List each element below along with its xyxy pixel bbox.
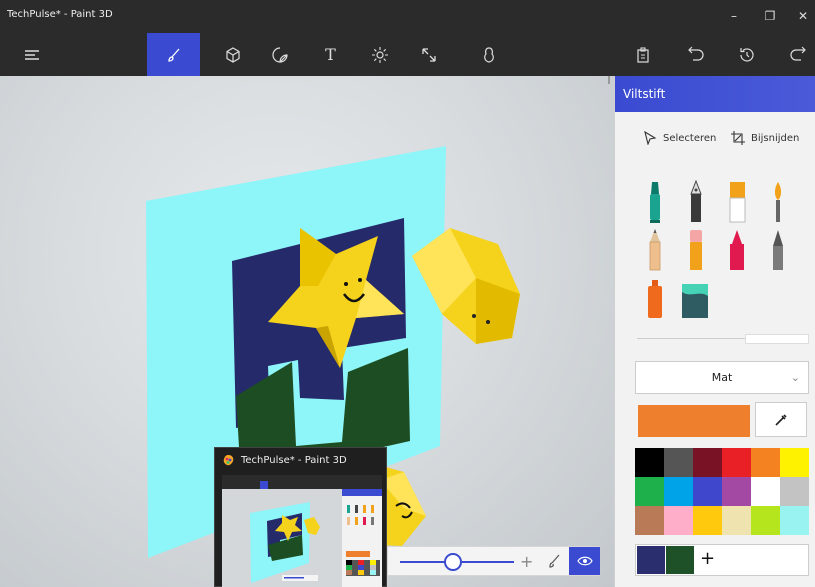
- view-3d-button[interactable]: [569, 547, 600, 575]
- brushes-side-panel: Viltstift Selecteren Bijsnijden Mat ⌄ +: [614, 76, 815, 587]
- palette-swatch[interactable]: [780, 477, 809, 506]
- finish-dropdown-value: Mat: [711, 371, 733, 384]
- palette-swatch[interactable]: [751, 448, 780, 477]
- library-icon: [483, 46, 494, 63]
- pencil-brush-icon[interactable]: [645, 228, 665, 272]
- oil-brush-icon[interactable]: [727, 180, 747, 224]
- thickness-slider-box[interactable]: [745, 334, 809, 344]
- text-icon: T: [325, 45, 336, 64]
- current-color-swatch[interactable]: [638, 405, 750, 437]
- chevron-down-icon: ⌄: [790, 371, 800, 384]
- crop-icon: [731, 131, 745, 145]
- select-crop-row: Selecteren Bijsnijden: [615, 128, 815, 148]
- finish-dropdown[interactable]: Mat ⌄: [635, 361, 809, 394]
- custom-color-swatch[interactable]: [666, 546, 694, 574]
- calligraphy-pen-brush-icon[interactable]: [686, 180, 706, 224]
- thumbnail-preview: [222, 475, 382, 587]
- main-toolbar: T: [0, 33, 815, 76]
- sun-icon: [371, 46, 388, 63]
- crop-label: Bijsnijden: [751, 132, 800, 144]
- palette-swatch[interactable]: [722, 477, 751, 506]
- resize-icon: [421, 47, 436, 62]
- brushes-tool-button[interactable]: [147, 33, 200, 76]
- paste-icon: [636, 46, 649, 63]
- sticker-icon: [271, 46, 288, 63]
- hamburger-icon: [25, 49, 39, 60]
- taskbar-thumbnail[interactable]: TechPulse* - Paint 3D: [214, 447, 387, 587]
- brush-icon: [167, 48, 179, 62]
- paste-button[interactable]: [620, 33, 665, 76]
- custom-colors-row: +: [635, 544, 809, 576]
- palette-swatch[interactable]: [664, 506, 693, 535]
- panel-title: Viltstift: [615, 76, 815, 112]
- thumbnail-preview-image: [222, 475, 382, 587]
- palette-swatch[interactable]: [635, 448, 664, 477]
- cube-icon: [225, 46, 240, 63]
- pixel-pen-brush-icon[interactable]: [768, 228, 788, 272]
- zoom-slider-thumb[interactable]: [444, 553, 462, 571]
- hamburger-menu-button[interactable]: [12, 33, 52, 76]
- paint3d-app-icon: [223, 455, 234, 466]
- restore-button[interactable]: ❐: [756, 4, 784, 28]
- palette-swatch[interactable]: [664, 448, 693, 477]
- palette-swatch[interactable]: [780, 506, 809, 535]
- watercolor-brush-icon[interactable]: [768, 180, 788, 224]
- window-title: TechPulse* - Paint 3D: [7, 9, 113, 20]
- 3d-shapes-tool-button[interactable]: [210, 33, 255, 76]
- eyedropper-button[interactable]: [755, 402, 807, 437]
- palette-swatch[interactable]: [664, 477, 693, 506]
- paint3d-window: TechPulse* - Paint 3D – ❐ ✕ T Viltstift …: [0, 0, 815, 587]
- stickers-tool-button[interactable]: [257, 33, 302, 76]
- spray-can-brush-icon[interactable]: [645, 276, 665, 320]
- undo-icon: [687, 46, 704, 61]
- palette-swatch[interactable]: [693, 448, 722, 477]
- custom-color-swatch[interactable]: [637, 546, 665, 574]
- redo-button[interactable]: [775, 33, 815, 76]
- select-label: Selecteren: [663, 132, 717, 144]
- crayon-brush-icon[interactable]: [727, 228, 747, 272]
- undo-button[interactable]: [673, 33, 718, 76]
- palette-swatch[interactable]: [635, 506, 664, 535]
- fill-bucket-icon[interactable]: [680, 276, 710, 320]
- text-tool-button[interactable]: T: [308, 33, 353, 76]
- crop-button[interactable]: Bijsnijden: [731, 131, 799, 145]
- zoom-in-button[interactable]: +: [520, 552, 533, 571]
- effects-tool-button[interactable]: [357, 33, 402, 76]
- minimize-button[interactable]: –: [720, 4, 748, 28]
- canvas-tool-button[interactable]: [406, 33, 451, 76]
- zoom-bar: +: [387, 546, 600, 576]
- add-color-button[interactable]: +: [700, 548, 715, 569]
- pen-view-icon[interactable]: [548, 553, 562, 569]
- palette-swatch[interactable]: [693, 477, 722, 506]
- title-bar: TechPulse* - Paint 3D – ❐ ✕: [0, 0, 815, 33]
- palette-swatch[interactable]: [693, 506, 722, 535]
- redo-icon: [789, 46, 806, 61]
- palette-swatch[interactable]: [635, 477, 664, 506]
- select-button[interactable]: Selecteren: [643, 131, 716, 145]
- palette-swatch[interactable]: [722, 448, 751, 477]
- cursor-icon: [644, 131, 657, 145]
- 3d-library-tool-button[interactable]: [466, 33, 511, 76]
- close-button[interactable]: ✕: [789, 4, 815, 28]
- marker-brush-icon[interactable]: [645, 180, 665, 224]
- palette-swatch[interactable]: [751, 477, 780, 506]
- eye-icon: [576, 556, 593, 566]
- thumbnail-title: TechPulse* - Paint 3D: [241, 455, 347, 466]
- palette-swatch[interactable]: [751, 506, 780, 535]
- history-button[interactable]: [724, 33, 769, 76]
- history-icon: [739, 47, 754, 62]
- palette-swatch[interactable]: [780, 448, 809, 477]
- palette-swatch[interactable]: [722, 506, 751, 535]
- eyedropper-icon: [775, 413, 787, 426]
- eraser-brush-icon[interactable]: [686, 228, 706, 272]
- vertical-scroll-indicator[interactable]: [608, 76, 610, 84]
- color-palette: [635, 448, 809, 535]
